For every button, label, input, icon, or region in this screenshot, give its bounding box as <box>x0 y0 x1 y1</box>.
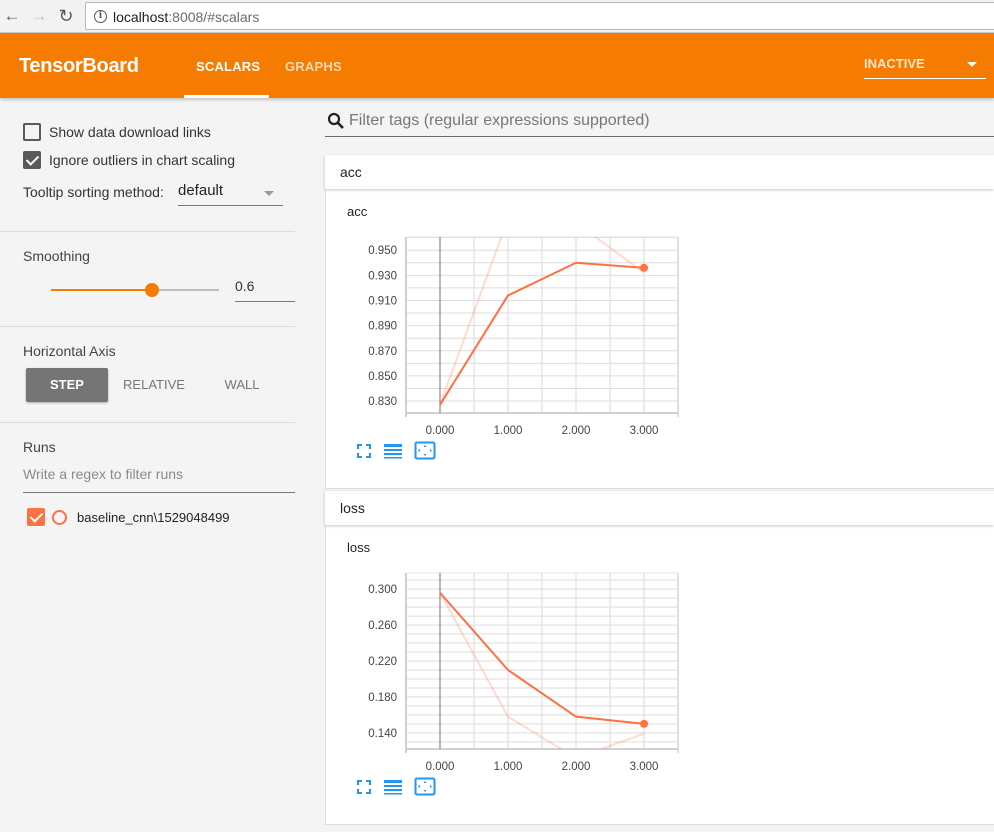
ignore-outliers-label: Ignore outliers in chart scaling <box>49 152 235 168</box>
dashboard-select-value: INACTIVE <box>864 56 925 71</box>
fullscreen-icon[interactable] <box>356 443 372 464</box>
run-item[interactable]: baseline_cnn\1529048499 <box>27 507 230 527</box>
run-color-radio[interactable] <box>52 509 67 525</box>
y-tick-label: 0.220 <box>368 656 397 668</box>
divider <box>0 231 295 232</box>
url-host: localhost <box>113 9 169 25</box>
smoothing-value-input[interactable]: 0.6 <box>235 278 295 302</box>
runs-filter-input[interactable]: Write a regex to filter runs <box>23 466 295 493</box>
toggle-log-scale-icon[interactable] <box>383 779 403 800</box>
tab-graphs[interactable]: GRAPHS <box>285 59 342 74</box>
tooltip-sorting-select[interactable]: default <box>178 182 283 206</box>
dashboard-select[interactable]: INACTIVE <box>864 55 986 79</box>
url-text: localhost:8008/#scalars <box>113 9 259 25</box>
chart-card-loss: loss 0.140 0.180 0.220 0.260 0.300 0.000 1.000… <box>325 525 994 825</box>
y-tick-label: 0.930 <box>368 270 397 282</box>
tag-filter-input[interactable]: Filter tags (regular expressions support… <box>349 112 650 130</box>
active-tab-indicator <box>184 95 269 98</box>
last-point-marker <box>640 719 648 728</box>
show-download-links-checkbox[interactable] <box>23 123 41 141</box>
run-checkbox[interactable] <box>27 508 45 526</box>
chart-toolbar <box>356 441 436 465</box>
tag-filter-underline <box>325 136 994 137</box>
x-tick-label: 1.000 <box>494 761 523 773</box>
smoothing-title: Smoothing <box>23 248 90 264</box>
y-tick-label: 0.890 <box>368 321 397 333</box>
fit-domain-icon[interactable] <box>414 777 436 801</box>
y-tick-label: 0.830 <box>368 396 397 408</box>
run-name: baseline_cnn\1529048499 <box>77 509 230 525</box>
x-tick-label: 3.000 <box>630 425 659 437</box>
browser-chrome: ← → ↻ i localhost:8008/#scalars <box>0 0 994 33</box>
x-tick-label: 1.000 <box>494 425 523 437</box>
app-toolbar: TensorBoard SCALARS GRAPHS INACTIVE <box>0 33 994 98</box>
x-tick-label: 2.000 <box>562 761 591 773</box>
chevron-down-icon <box>264 191 274 196</box>
x-tick-label: 2.000 <box>562 425 591 437</box>
axis-step-button[interactable]: STEP <box>26 368 108 402</box>
runs-title: Runs <box>23 439 56 455</box>
tooltip-sorting-label: Tooltip sorting method: <box>23 184 164 200</box>
y-tick-label: 0.850 <box>368 371 397 383</box>
y-tick-label: 0.180 <box>368 692 397 704</box>
fit-domain-icon[interactable] <box>414 441 436 465</box>
category-header-acc[interactable]: acc <box>325 155 994 189</box>
category-name: acc <box>340 164 362 180</box>
fullscreen-icon[interactable] <box>356 779 372 800</box>
axis-relative-button[interactable]: RELATIVE <box>113 368 195 402</box>
smoothing-slider-knob[interactable] <box>144 283 159 297</box>
horizontal-axis-title: Horizontal Axis <box>23 343 116 359</box>
chevron-down-icon <box>967 62 977 67</box>
toggle-log-scale-icon[interactable] <box>383 443 403 464</box>
y-tick-label: 0.870 <box>368 346 397 358</box>
main-content: Filter tags (regular expressions support… <box>310 98 994 832</box>
smoothing-slider-fill <box>51 289 152 291</box>
y-tick-label: 0.260 <box>368 620 397 632</box>
axis-wall-button[interactable]: WALL <box>201 368 283 402</box>
category-name: loss <box>340 500 365 516</box>
y-tick-label: 0.300 <box>368 584 397 596</box>
show-download-links-label: Show data download links <box>49 124 211 140</box>
y-tick-label: 0.950 <box>368 245 397 257</box>
chart-card-acc: acc 0.830 0.850 0.870 0.890 0.910 0.930 0.950 0… <box>325 189 994 489</box>
y-tick-label: 0.910 <box>368 295 397 307</box>
info-icon[interactable]: i <box>94 10 107 23</box>
app-title: TensorBoard <box>19 55 139 77</box>
x-tick-label: 3.000 <box>630 761 659 773</box>
chart-toolbar <box>356 777 436 801</box>
divider <box>0 422 295 423</box>
back-arrow-icon[interactable]: ← <box>3 6 21 26</box>
x-tick-label: 0.000 <box>426 761 455 773</box>
sidebar: Show data download links Ignore outliers… <box>0 98 295 832</box>
category-header-loss[interactable]: loss <box>325 491 994 525</box>
divider <box>0 326 295 327</box>
tab-scalars[interactable]: SCALARS <box>196 59 260 74</box>
reload-icon[interactable]: ↻ <box>57 6 75 26</box>
last-point-marker <box>640 263 648 272</box>
ignore-outliers-option[interactable]: Ignore outliers in chart scaling <box>23 150 235 170</box>
y-tick-label: 0.140 <box>368 728 397 740</box>
url-path: :8008/#scalars <box>168 9 260 25</box>
search-icon <box>327 112 345 130</box>
tooltip-sorting-value: default <box>178 182 224 199</box>
x-tick-label: 0.000 <box>426 425 455 437</box>
show-download-links-option[interactable]: Show data download links <box>23 122 211 142</box>
smoothing-slider[interactable] <box>51 283 219 297</box>
ignore-outliers-checkbox[interactable] <box>23 151 41 169</box>
forward-arrow-icon[interactable]: → <box>30 6 48 26</box>
address-bar[interactable]: i localhost:8008/#scalars <box>85 2 994 30</box>
